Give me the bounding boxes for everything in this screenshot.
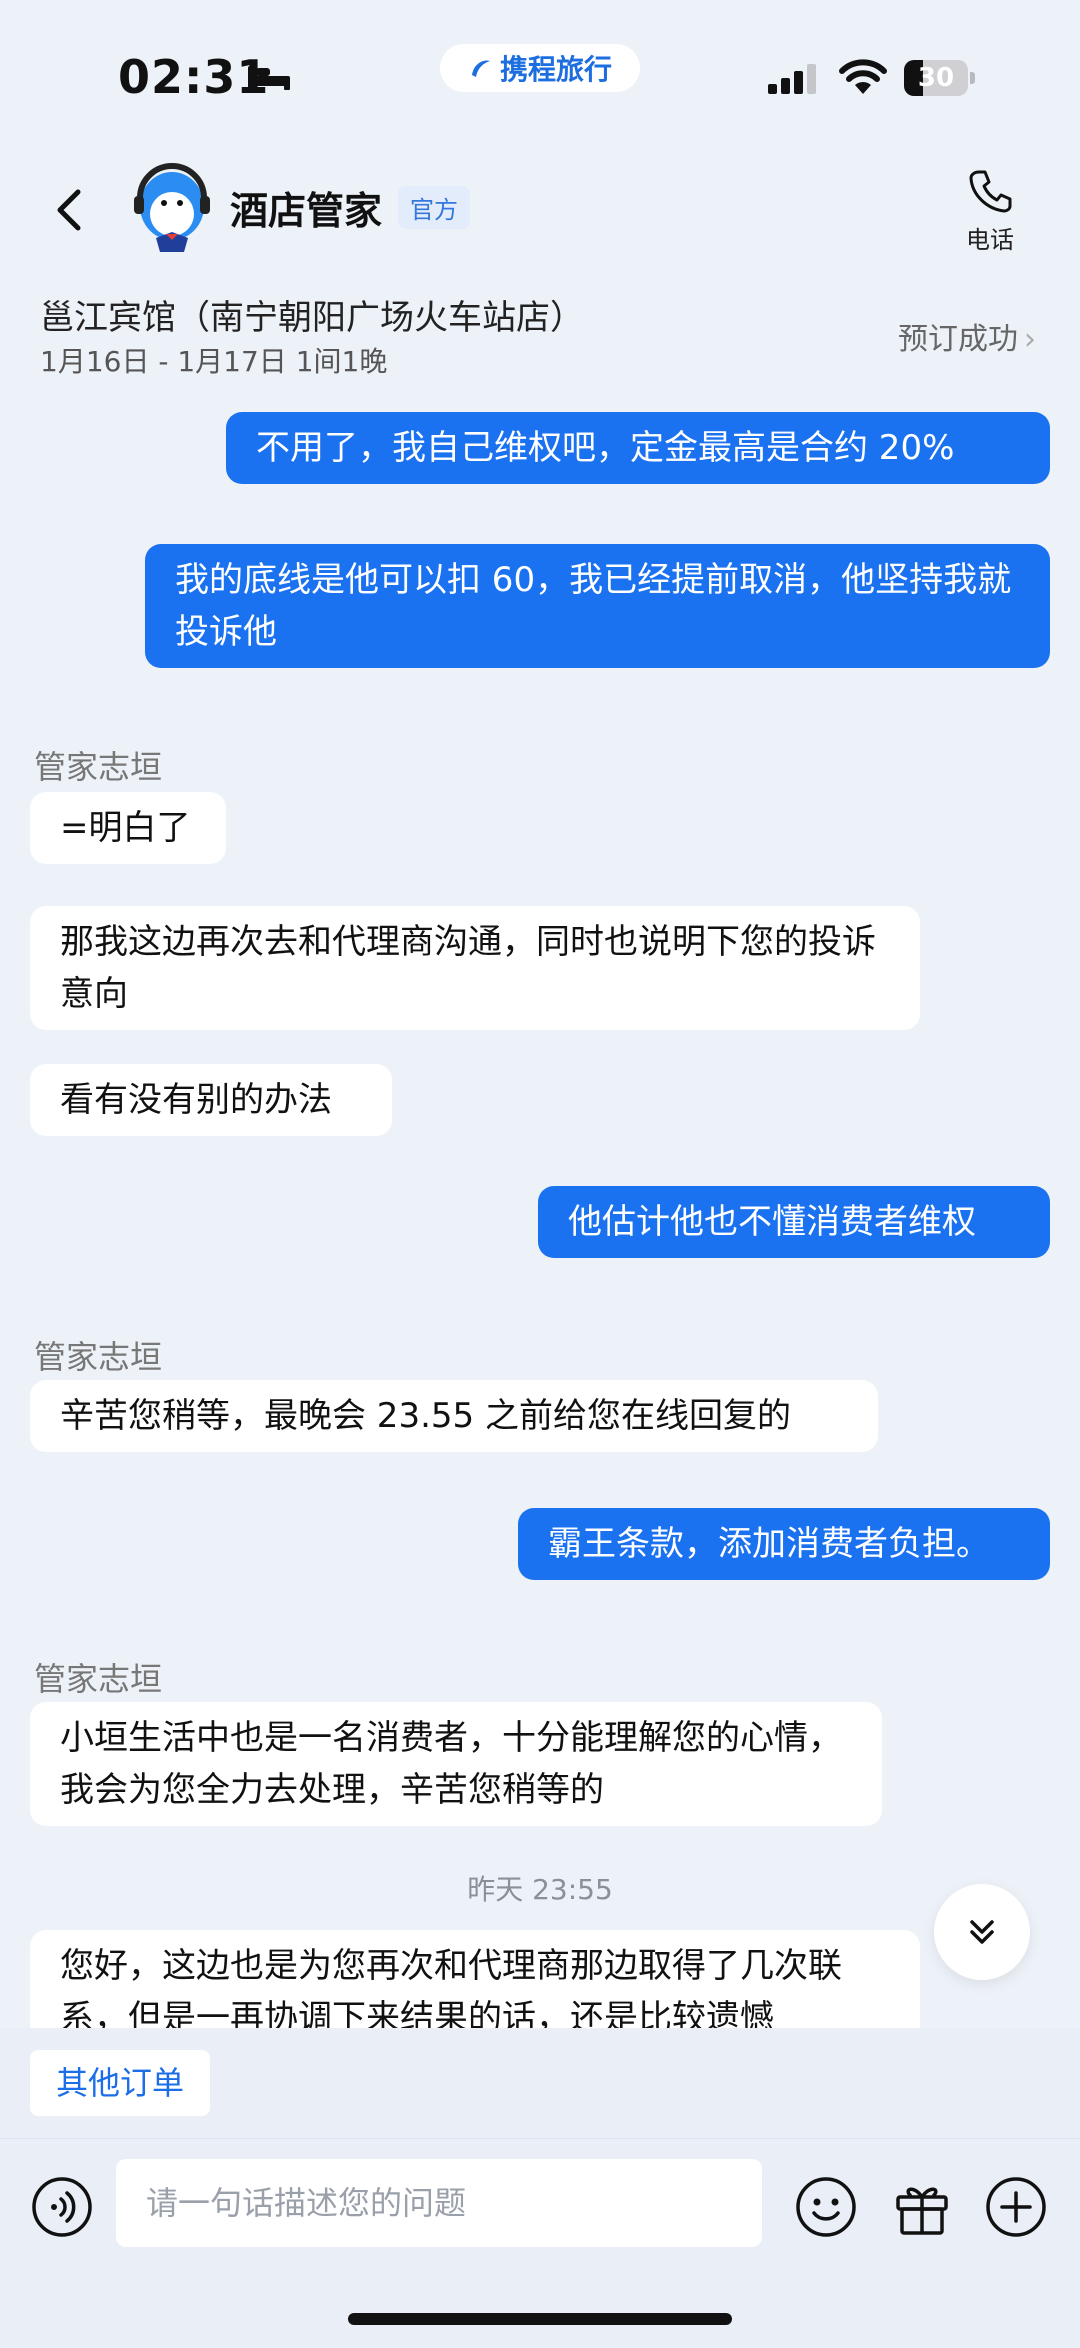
- outgoing-message[interactable]: 霸王条款，添加消费者负担。: [518, 1508, 1050, 1580]
- other-orders-button[interactable]: 其他订单: [30, 2050, 211, 2116]
- phone-label: 电话: [966, 226, 1014, 254]
- message-text: 霸王条款，添加消费者负担。: [548, 1524, 990, 1564]
- chat-header: 酒店管家 官方 电话: [0, 150, 1080, 270]
- message-timestamp: 昨天 23:55: [467, 1873, 613, 1906]
- message-input[interactable]: [116, 2159, 762, 2247]
- message-text: 不用了，我自己维权吧，定金最高是合约 20%: [256, 428, 955, 468]
- back-icon[interactable]: [40, 180, 100, 240]
- chat-title: 酒店管家: [230, 189, 383, 233]
- message-text: 看有没有别的办法: [60, 1080, 332, 1120]
- double-chevron-down-icon: [970, 1920, 994, 1944]
- input-bar: [0, 2138, 1080, 2348]
- message-text: 他估计他也不懂消费者维权: [568, 1202, 976, 1242]
- message-text: 您好，这边也是为您再次和代理商那边取得了几次联系，但是一再协调下来结果的话，还是…: [60, 1946, 842, 2028]
- booking-status[interactable]: 预订成功 ›: [898, 314, 1036, 358]
- incoming-message[interactable]: 您好，这边也是为您再次和代理商那边取得了几次联系，但是一再协调下来结果的话，还是…: [30, 1930, 920, 2028]
- gift-icon[interactable]: [890, 2175, 954, 2239]
- sender-name: 管家志垣: [34, 748, 163, 786]
- stay-dates: 1月16日 - 1月17日 1间1晚: [40, 345, 388, 378]
- status-bar: 02:31 携程旅行 30: [0, 0, 1080, 150]
- message-text: 我的底线是他可以扣 60，我已经提前取消，他坚持我就投诉他: [175, 560, 1012, 652]
- phone-icon: [969, 170, 1012, 213]
- battery-icon: 30: [904, 60, 976, 96]
- phone-button[interactable]: 电话: [952, 168, 1028, 258]
- app-logo-icon: [471, 60, 490, 77]
- sleep-mode-icon: [248, 66, 290, 90]
- hotel-name: 邕江宾馆（南宁朝阳广场火车站店）: [40, 298, 584, 338]
- incoming-message[interactable]: 看有没有别的办法: [30, 1064, 392, 1136]
- message-text: 辛苦您稍等，最晚会 23.55 之前给您在线回复的: [60, 1396, 791, 1436]
- chevron-right-icon: ›: [1024, 322, 1036, 357]
- official-badge: 官方: [398, 186, 470, 229]
- message-text: 小垣生活中也是一名消费者，十分能理解您的心情，我会为您全力去处理，辛苦您稍等的: [60, 1718, 842, 1810]
- outgoing-message[interactable]: 他估计他也不懂消费者维权: [538, 1186, 1050, 1258]
- order-card[interactable]: 邕江宾馆（南宁朝阳广场火车站店） 1月16日 - 1月17日 1间1晚 预订成功…: [0, 284, 1080, 394]
- incoming-message[interactable]: 小垣生活中也是一名消费者，十分能理解您的心情，我会为您全力去处理，辛苦您稍等的: [30, 1702, 882, 1826]
- quick-action-bar: 其他订单: [0, 2028, 1080, 2138]
- sender-name: 管家志垣: [34, 1338, 163, 1376]
- outgoing-message[interactable]: 不用了，我自己维权吧，定金最高是合约 20%: [226, 412, 1050, 484]
- butler-avatar: [134, 163, 210, 252]
- emoji-icon[interactable]: [794, 2175, 858, 2239]
- wifi-icon: [839, 59, 887, 94]
- sender-name: 管家志垣: [34, 1660, 163, 1698]
- cellular-signal-icon: [768, 64, 816, 94]
- home-indicator: [348, 2313, 732, 2325]
- scroll-to-bottom-button[interactable]: [934, 1884, 1030, 1980]
- message-text: 那我这边再次去和代理商沟通，同时也说明下您的投诉意向: [60, 922, 876, 1014]
- app-return-pill[interactable]: 携程旅行: [440, 44, 640, 92]
- incoming-message[interactable]: 辛苦您稍等，最晚会 23.55 之前给您在线回复的: [30, 1380, 878, 1452]
- battery-level: 30: [917, 63, 955, 93]
- booking-status-label: 预订成功: [898, 322, 1018, 357]
- message-text: =明白了: [60, 808, 191, 848]
- voice-input-icon[interactable]: [30, 2175, 94, 2239]
- incoming-message[interactable]: =明白了: [30, 792, 226, 864]
- outgoing-message[interactable]: 我的底线是他可以扣 60，我已经提前取消，他坚持我就投诉他: [145, 544, 1050, 668]
- app-name: 携程旅行: [499, 53, 612, 86]
- plus-icon[interactable]: [984, 2175, 1048, 2239]
- chat-messages[interactable]: 不用了，我自己维权吧，定金最高是合约 20% 我的底线是他可以扣 60，我已经提…: [0, 410, 1080, 2028]
- incoming-message[interactable]: 那我这边再次去和代理商沟通，同时也说明下您的投诉意向: [30, 906, 920, 1030]
